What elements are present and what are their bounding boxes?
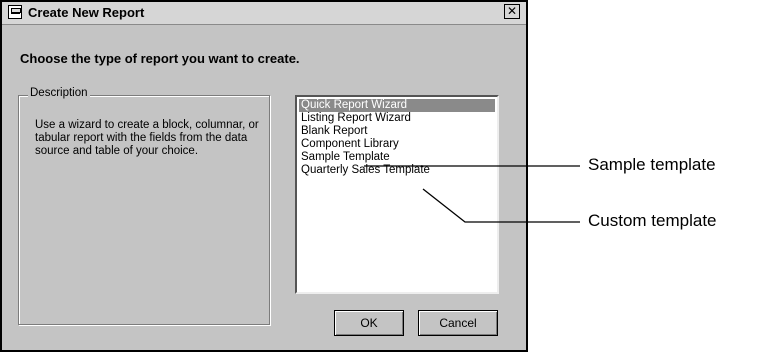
sample-template-callout: Sample template bbox=[588, 155, 716, 174]
callout-lines bbox=[364, 165, 580, 223]
custom-template-callout: Custom template bbox=[588, 211, 717, 230]
custom-template-leader-line bbox=[422, 188, 580, 223]
